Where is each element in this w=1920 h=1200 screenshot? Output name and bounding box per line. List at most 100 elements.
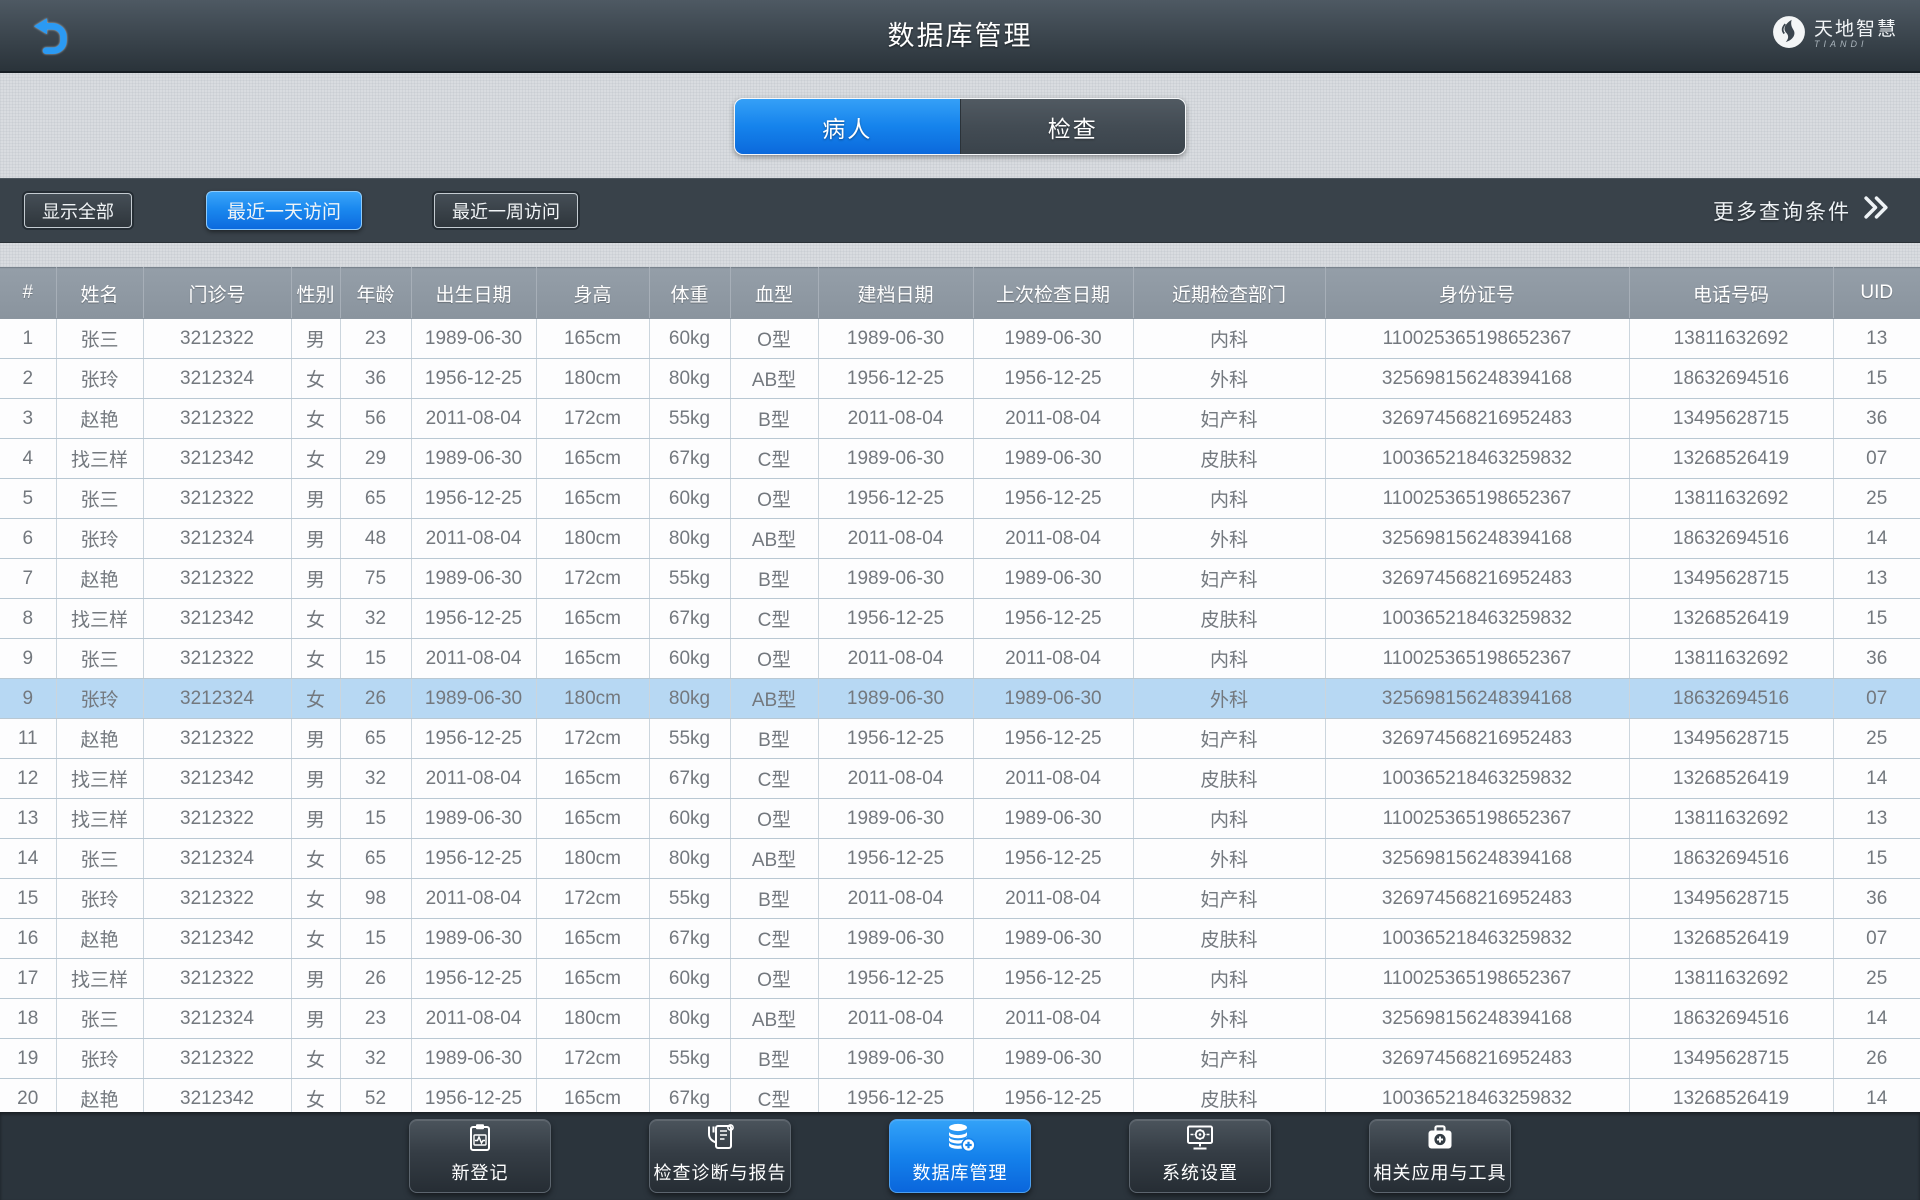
table-cell: B型: [730, 1038, 819, 1079]
table-cell: 皮肤科: [1133, 1078, 1326, 1112]
table-row[interactable]: 14 张三 3212324 女 65 1956-12-25 180cm 80kg AB型 1956…: [0, 838, 1920, 879]
table-cell: 1956-12-25: [411, 358, 537, 399]
table-cell: C型: [730, 918, 819, 959]
table-row[interactable]: 17 找三样 3212322 男 26 1956-12-25 165cm 60kg O型 1956…: [0, 958, 1920, 999]
table-cell: 14: [0, 838, 57, 879]
table-cell: 女: [291, 1078, 341, 1112]
table-cell: 52: [340, 1078, 412, 1112]
table-cell: 29: [340, 438, 412, 479]
table-cell: 100365218463259832: [1325, 598, 1630, 639]
table-cell: 女: [291, 1038, 341, 1079]
table-cell: 外科: [1133, 358, 1326, 399]
table-cell: 张玲: [56, 1038, 144, 1079]
table-cell: 326974568216952483: [1325, 718, 1630, 759]
table-cell: 张玲: [56, 878, 144, 919]
table-cell: 172cm: [536, 558, 650, 599]
table-cell: 2011-08-04: [973, 398, 1134, 439]
table-cell: 2011-08-04: [411, 998, 537, 1039]
nav-exam-diagnosis-report-button[interactable]: 检查诊断与报告: [649, 1119, 791, 1193]
table-cell: 张玲: [56, 358, 144, 399]
table-row[interactable]: 19 张玲 3212322 女 32 1989-06-30 172cm 55kg B型 1989-…: [0, 1038, 1920, 1079]
nav-system-settings-button[interactable]: 系统设置: [1129, 1119, 1271, 1193]
table-cell: 55kg: [649, 878, 731, 919]
table-cell: 15: [1833, 358, 1920, 399]
table-cell: 女: [291, 838, 341, 879]
table-cell: 1956-12-25: [411, 478, 537, 519]
table-cell: 1989-06-30: [411, 1038, 537, 1079]
table-cell: 13268526419: [1629, 918, 1834, 959]
table-cell: 1956-12-25: [818, 358, 974, 399]
table-cell: 3212342: [143, 438, 292, 479]
table-cell: 18632694516: [1629, 678, 1834, 719]
table-cell: 325698156248394168: [1325, 678, 1630, 719]
table-cell: 80kg: [649, 678, 731, 719]
table-cell: 赵艳: [56, 558, 144, 599]
table-cell: 325698156248394168: [1325, 838, 1630, 879]
filter-last-day-button[interactable]: 最近一天访问: [206, 191, 363, 230]
table-cell: 48: [340, 518, 412, 559]
table-cell: 张三: [56, 838, 144, 879]
table-row[interactable]: 2 张玲 3212324 女 36 1956-12-25 180cm 80kg AB型 1956-…: [0, 358, 1920, 399]
table-row[interactable]: 4 找三样 3212342 女 29 1989-06-30 165cm 67kg C型 1989-…: [0, 438, 1920, 479]
table-row[interactable]: 6 张玲 3212324 男 48 2011-08-04 180cm 80kg AB型 2011-…: [0, 518, 1920, 559]
table-cell: 13811632692: [1629, 798, 1834, 839]
table-cell: 15: [1833, 838, 1920, 879]
table-row[interactable]: 16 赵艳 3212342 女 15 1989-06-30 165cm 67kg C型 1989-…: [0, 918, 1920, 959]
tab-examination[interactable]: 检查: [959, 99, 1185, 154]
brand-subtext: TIANDI: [1813, 38, 1868, 49]
table-row[interactable]: 3 赵艳 3212322 女 56 2011-08-04 172cm 55kg B型 2011-0…: [0, 398, 1920, 439]
table-row[interactable]: 7 赵艳 3212322 男 75 1989-06-30 172cm 55kg B型 1989-0…: [0, 558, 1920, 599]
table-cell: 110025365198652367: [1325, 798, 1630, 839]
table-cell: 60kg: [649, 638, 731, 679]
table-cell: 172cm: [536, 1038, 650, 1079]
table-cell: 25: [1833, 478, 1920, 519]
table-cell: 36: [1833, 638, 1920, 679]
table-cell: 26: [1833, 1038, 1920, 1079]
table-cell: 23: [340, 998, 412, 1039]
table-cell: AB型: [730, 838, 819, 879]
top-bar: 数据库管理 天地智慧 TIANDI: [0, 0, 1920, 73]
table-row[interactable]: 13 找三样 3212322 男 15 1989-06-30 165cm 60kg O型 1989…: [0, 798, 1920, 839]
table-cell: 172cm: [536, 718, 650, 759]
nav-database-management-button[interactable]: 数据库管理: [889, 1119, 1031, 1193]
table-row[interactable]: 18 张三 3212324 男 23 2011-08-04 180cm 80kg AB型 2011…: [0, 998, 1920, 1039]
table-cell: 26: [340, 958, 412, 999]
table-cell: 男: [291, 798, 341, 839]
table-cell: 26: [340, 678, 412, 719]
page-title: 数据库管理: [887, 21, 1033, 51]
table-cell: 1956-12-25: [973, 1078, 1134, 1112]
filter-last-week-button[interactable]: 最近一周访问: [434, 193, 579, 228]
table-row[interactable]: 8 找三样 3212342 女 32 1956-12-25 165cm 67kg C型 1956-…: [0, 598, 1920, 639]
table-row[interactable]: 5 张三 3212322 男 65 1956-12-25 165cm 60kg O型 1956-1…: [0, 478, 1920, 519]
table-cell: 326974568216952483: [1325, 878, 1630, 919]
table-row[interactable]: 11 赵艳 3212322 男 65 1956-12-25 172cm 55kg B型 1956-…: [0, 718, 1920, 759]
table-cell: B型: [730, 718, 819, 759]
table-row[interactable]: 1 张三 3212322 男 23 1989-06-30 165cm 60kg O型 1989-0…: [0, 318, 1920, 359]
table-row[interactable]: 9 张玲 3212324 女 26 1989-06-30 180cm 80kg AB型 1989-…: [0, 678, 1920, 719]
nav-new-registration-button[interactable]: 新登记: [409, 1119, 551, 1193]
table-row[interactable]: 20 赵艳 3212342 女 52 1956-12-25 165cm 67kg C型 1956-…: [0, 1078, 1920, 1112]
table-cell: 110025365198652367: [1325, 638, 1630, 679]
table-cell: 1989-06-30: [973, 798, 1134, 839]
table-cell: 找三样: [56, 598, 144, 639]
table-row[interactable]: 12 找三样 3212342 男 32 2011-08-04 165cm 67kg C型 2011…: [0, 758, 1920, 799]
table-cell: 2011-08-04: [973, 878, 1134, 919]
table-cell: 1956-12-25: [411, 718, 537, 759]
table-cell: 17: [0, 958, 57, 999]
nav-related-apps-tools-button[interactable]: 相关应用与工具: [1369, 1119, 1511, 1193]
patient-table-container[interactable]: # 姓名 门诊号 性别 年龄 出生日期 身高 体重 血型 建档日期 上次检查日期 近期检查部门 身份证号…: [0, 267, 1920, 1112]
table-cell: 14: [1833, 998, 1920, 1039]
table-cell: C型: [730, 598, 819, 639]
table-cell: 67kg: [649, 918, 731, 959]
tab-patient[interactable]: 病人: [735, 99, 960, 154]
table-row[interactable]: 15 张玲 3212322 女 98 2011-08-04 172cm 55kg B型 2011-…: [0, 878, 1920, 919]
more-query-conditions-link[interactable]: 更多查询条件: [1713, 196, 1890, 226]
table-cell: 180cm: [536, 998, 650, 1039]
table-cell: 4: [0, 438, 57, 479]
table-cell: 1989-06-30: [818, 438, 974, 479]
filter-show-all-button[interactable]: 显示全部: [24, 193, 132, 228]
table-row[interactable]: 9 张三 3212322 女 15 2011-08-04 165cm 60kg O型 2011-0…: [0, 638, 1920, 679]
table-cell: 13268526419: [1629, 1078, 1834, 1112]
table-cell: 07: [1833, 678, 1920, 719]
table-cell: 2011-08-04: [973, 518, 1134, 559]
